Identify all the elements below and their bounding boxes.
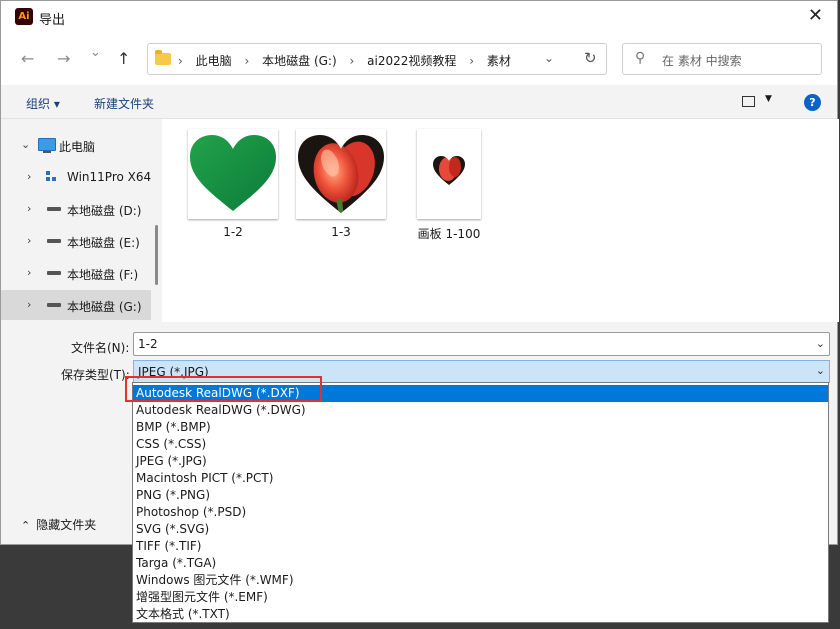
chevron-down-icon[interactable]: ⌄	[816, 337, 825, 350]
filetype-option-bmp[interactable]: BMP (*.BMP)	[133, 419, 828, 436]
filename-input[interactable]: 1-2 ⌄	[133, 332, 830, 356]
tree-item-drive-d[interactable]: › 本地磁盘 (D:)	[1, 194, 151, 224]
view-layout-icon[interactable]	[742, 96, 755, 107]
search-icon: ⚲	[635, 50, 646, 66]
chevron-down-icon[interactable]: ⌄	[816, 364, 825, 377]
filetype-dropdown-list: Autodesk RealDWG (*.DXF) Autodesk RealDW…	[132, 382, 829, 623]
tree-item-label: 本地磁盘 (D:)	[67, 204, 142, 218]
filetype-option-dwg[interactable]: Autodesk RealDWG (*.DWG)	[133, 402, 828, 419]
filetype-option-jpg[interactable]: JPEG (*.JPG)	[133, 453, 828, 470]
filetype-value: JPEG (*.JPG)	[138, 365, 209, 379]
file-name-label: 画板 1-100	[417, 227, 481, 241]
hide-folders-button[interactable]: ⌃ 隐藏文件夹	[21, 516, 96, 533]
filetype-option-psd[interactable]: Photoshop (*.PSD)	[133, 504, 828, 521]
file-item-1-2[interactable]	[188, 129, 278, 219]
expand-chevron-icon[interactable]: ›	[27, 234, 31, 247]
tree-item-label: 本地磁盘 (G:)	[67, 300, 142, 314]
tree-item-drive-g[interactable]: › 本地磁盘 (G:)	[1, 290, 151, 320]
filetype-option-svg[interactable]: SVG (*.SVG)	[133, 521, 828, 538]
forward-arrow-icon[interactable]: →	[57, 49, 70, 68]
chevron-up-icon: ⌃	[21, 519, 31, 532]
drive-icon	[47, 271, 61, 275]
view-dropdown-icon[interactable]: ▼	[765, 94, 772, 104]
breadcrumb-separator: ›	[244, 54, 250, 68]
drive-icon	[47, 239, 61, 243]
address-dropdown-icon[interactable]: ⌄	[544, 51, 554, 65]
tree-item-label: 此电脑	[59, 140, 96, 154]
breadcrumb-this-pc[interactable]: 此电脑	[196, 52, 232, 69]
title-bar: Ai 导出 ✕	[1, 1, 837, 33]
command-toolbar: 组织 ▾ 新建文件夹 ▼ ?	[1, 85, 837, 119]
expand-chevron-icon[interactable]: ›	[27, 266, 31, 279]
tree-item-drive-e[interactable]: › 本地磁盘 (E:)	[1, 226, 151, 256]
breadcrumb-separator: ›	[469, 54, 474, 68]
drive-icon	[47, 303, 61, 307]
navigation-pane-scrollbar[interactable]	[155, 225, 158, 285]
file-list: 1-2 1-3 画板 1-100	[162, 119, 839, 322]
new-folder-button[interactable]: 新建文件夹	[94, 95, 154, 112]
tree-item-label: Win11Pro X64	[67, 170, 152, 184]
tree-item-label: 本地磁盘 (E:)	[67, 236, 140, 250]
expand-chevron-icon[interactable]: ›	[27, 170, 31, 183]
breadcrumb-ai2022[interactable]: ai2022视频教程	[367, 52, 456, 69]
small-tulip-heart-thumbnail	[433, 156, 465, 185]
expand-chevron-icon[interactable]: ›	[27, 202, 31, 215]
filetype-option-emf[interactable]: 增强型图元文件 (*.EMF)	[133, 589, 828, 606]
organize-button[interactable]: 组织 ▾	[26, 95, 60, 112]
illustrator-app-icon: Ai	[15, 8, 33, 25]
filetype-option-css[interactable]: CSS (*.CSS)	[133, 436, 828, 453]
computer-icon	[38, 138, 56, 153]
hide-folders-label: 隐藏文件夹	[36, 518, 97, 532]
window-title: 导出	[39, 13, 66, 28]
filename-value: 1-2	[138, 337, 158, 351]
file-name-label: 1-3	[331, 225, 351, 239]
address-bar[interactable]: › 此电脑 › 本地磁盘 (G:) › ai2022视频教程 › 素材 ⌄ ↻	[147, 43, 607, 75]
search-box[interactable]: ⚲ 在 素材 中搜索	[622, 43, 822, 75]
back-arrow-icon[interactable]: ←	[21, 49, 34, 68]
up-arrow-icon[interactable]: ↑	[117, 49, 130, 68]
folder-icon	[155, 50, 171, 65]
breadcrumb-separator: ›	[178, 54, 183, 68]
tree-item-this-pc[interactable]: ⌄ 此电脑	[1, 130, 151, 160]
filetype-option-txt[interactable]: 文本格式 (*.TXT)	[133, 606, 828, 623]
filetype-select[interactable]: JPEG (*.JPG) ⌄	[133, 360, 830, 383]
filetype-option-wmf[interactable]: Windows 图元文件 (*.WMF)	[133, 572, 828, 589]
breadcrumb: › 此电脑 › 本地磁盘 (G:) › ai2022视频教程 › 素材	[178, 52, 511, 69]
tree-item-label: 本地磁盘 (F:)	[67, 268, 139, 282]
collapse-chevron-icon[interactable]: ⌄	[21, 138, 30, 151]
breadcrumb-sucai[interactable]: 素材	[487, 52, 511, 69]
filetype-label: 保存类型(T):	[61, 368, 130, 382]
drive-icon	[47, 207, 61, 211]
file-item-artboard-1-100[interactable]	[417, 129, 481, 219]
help-icon[interactable]: ?	[804, 94, 821, 111]
filetype-option-tif[interactable]: TIFF (*.TIF)	[133, 538, 828, 555]
expand-chevron-icon[interactable]: ›	[27, 298, 31, 311]
close-icon[interactable]: ✕	[808, 5, 823, 26]
tree-item-drive-f[interactable]: › 本地磁盘 (F:)	[1, 258, 151, 288]
file-name-label: 1-2	[223, 225, 243, 239]
tulip-heart-thumbnail	[298, 135, 384, 213]
filename-label: 文件名(N):	[71, 341, 130, 355]
tree-item-win11pro[interactable]: › Win11Pro X64	[1, 162, 151, 192]
search-placeholder: 在 素材 中搜索	[662, 54, 742, 68]
refresh-icon[interactable]: ↻	[584, 49, 597, 67]
filetype-option-tga[interactable]: Targa (*.TGA)	[133, 555, 828, 572]
breadcrumb-drive-g[interactable]: 本地磁盘 (G:)	[262, 52, 337, 69]
file-item-1-3[interactable]	[296, 129, 386, 219]
recent-locations-chevron-icon[interactable]: ⌄	[90, 45, 101, 60]
green-heart-thumbnail	[190, 135, 276, 211]
filetype-option-pct[interactable]: Macintosh PICT (*.PCT)	[133, 470, 828, 487]
filetype-option-dxf[interactable]: Autodesk RealDWG (*.DXF)	[133, 385, 828, 402]
navigation-bar: ← → ⌄ ↑ › 此电脑 › 本地磁盘 (G:) › ai2022视频教程 ›…	[1, 33, 837, 85]
network-icon	[46, 171, 58, 182]
breadcrumb-separator: ›	[349, 54, 355, 68]
filetype-option-png[interactable]: PNG (*.PNG)	[133, 487, 828, 504]
navigation-pane: ⌄ 此电脑 › Win11Pro X64 › 本地磁盘 (D:) › 本地磁盘 …	[1, 119, 161, 322]
